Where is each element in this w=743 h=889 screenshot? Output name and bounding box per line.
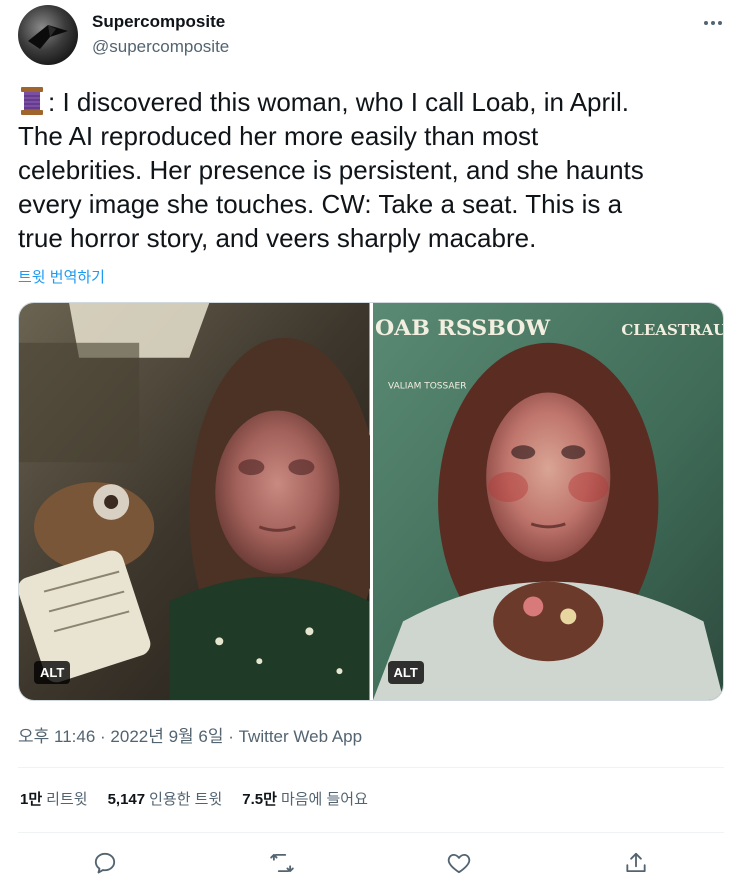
tweet-line: The AI reproduced her more easily than m… [18, 121, 539, 151]
tweet-line-text: : I discovered this woman, who I call Lo… [48, 87, 629, 117]
author-handle[interactable]: @supercomposite [92, 37, 229, 57]
poster-small-text: VALIAM TOSSAER [388, 382, 466, 392]
retweets-count: 1만 [20, 791, 43, 808]
alt-badge[interactable]: ALT [34, 661, 71, 684]
divider [18, 832, 724, 833]
photo-2[interactable]: OAB RSSBOW CLEASTRAU TO VALIAM TOSSAER A… [372, 303, 723, 700]
translate-tweet-link[interactable]: 트윗 번역하기 [18, 266, 105, 287]
like-icon[interactable] [446, 850, 472, 876]
tweet-date[interactable]: 2022년 9월 6일 [110, 727, 223, 746]
tweet-line: : I discovered this woman, who I call Lo… [18, 85, 730, 119]
divider [18, 767, 724, 768]
quotes-stat[interactable]: 5,147 인용한 트윗 [108, 788, 223, 809]
tweet-line: celebrities. Her presence is persistent,… [18, 155, 644, 185]
engagement-stats: 1만 리트윗 5,147 인용한 트윗 7.5만 마음에 들어요 [20, 788, 368, 809]
reply-icon[interactable] [92, 850, 118, 876]
more-options-icon[interactable] [700, 10, 726, 36]
stealth-aircraft-avatar-icon [28, 25, 68, 49]
tweet-text: : I discovered this woman, who I call Lo… [18, 85, 730, 255]
tweet-meta: 오후 11:46 · 2022년 9월 6일 · Twitter Web App [18, 722, 362, 747]
quotes-count: 5,147 [107, 791, 146, 808]
tweet-time[interactable]: 오후 11:46 [18, 727, 95, 746]
share-icon[interactable] [623, 850, 649, 876]
quotes-label: 인용한 트윗 [149, 791, 223, 808]
tweet-line: every image she touches. CW: Take a seat… [18, 189, 623, 219]
likes-stat[interactable]: 7.5만 마음에 들어요 [242, 788, 368, 809]
thread-spool-emoji [21, 87, 43, 115]
tweet-line: true horror story, and veers sharply mac… [18, 223, 537, 253]
retweets-stat[interactable]: 1만 리트윗 [20, 788, 88, 809]
meta-separator: · [223, 727, 239, 746]
retweets-label: 리트윗 [46, 791, 88, 808]
poster-title: OAB RSSBOW [375, 315, 550, 341]
poster-top-right: CLEASTRAU TO [621, 321, 723, 339]
action-bar [18, 846, 724, 880]
likes-count: 7.5만 [242, 791, 277, 808]
loab-photo-1-image [19, 303, 370, 700]
author-name[interactable]: Supercomposite [92, 12, 225, 32]
retweet-icon[interactable] [269, 850, 295, 876]
photo-1[interactable]: ALT [19, 303, 370, 700]
media-grid: ALT OAB RSSBOW CLEASTRAU TO [18, 302, 724, 701]
meta-separator: · [95, 727, 111, 746]
avatar[interactable] [18, 5, 78, 65]
likes-label: 마음에 들어요 [280, 791, 368, 808]
loab-photo-2-image: OAB RSSBOW CLEASTRAU TO VALIAM TOSSAER [372, 303, 723, 700]
alt-badge[interactable]: ALT [387, 661, 424, 684]
source-app-link[interactable]: Twitter Web App [239, 727, 362, 746]
